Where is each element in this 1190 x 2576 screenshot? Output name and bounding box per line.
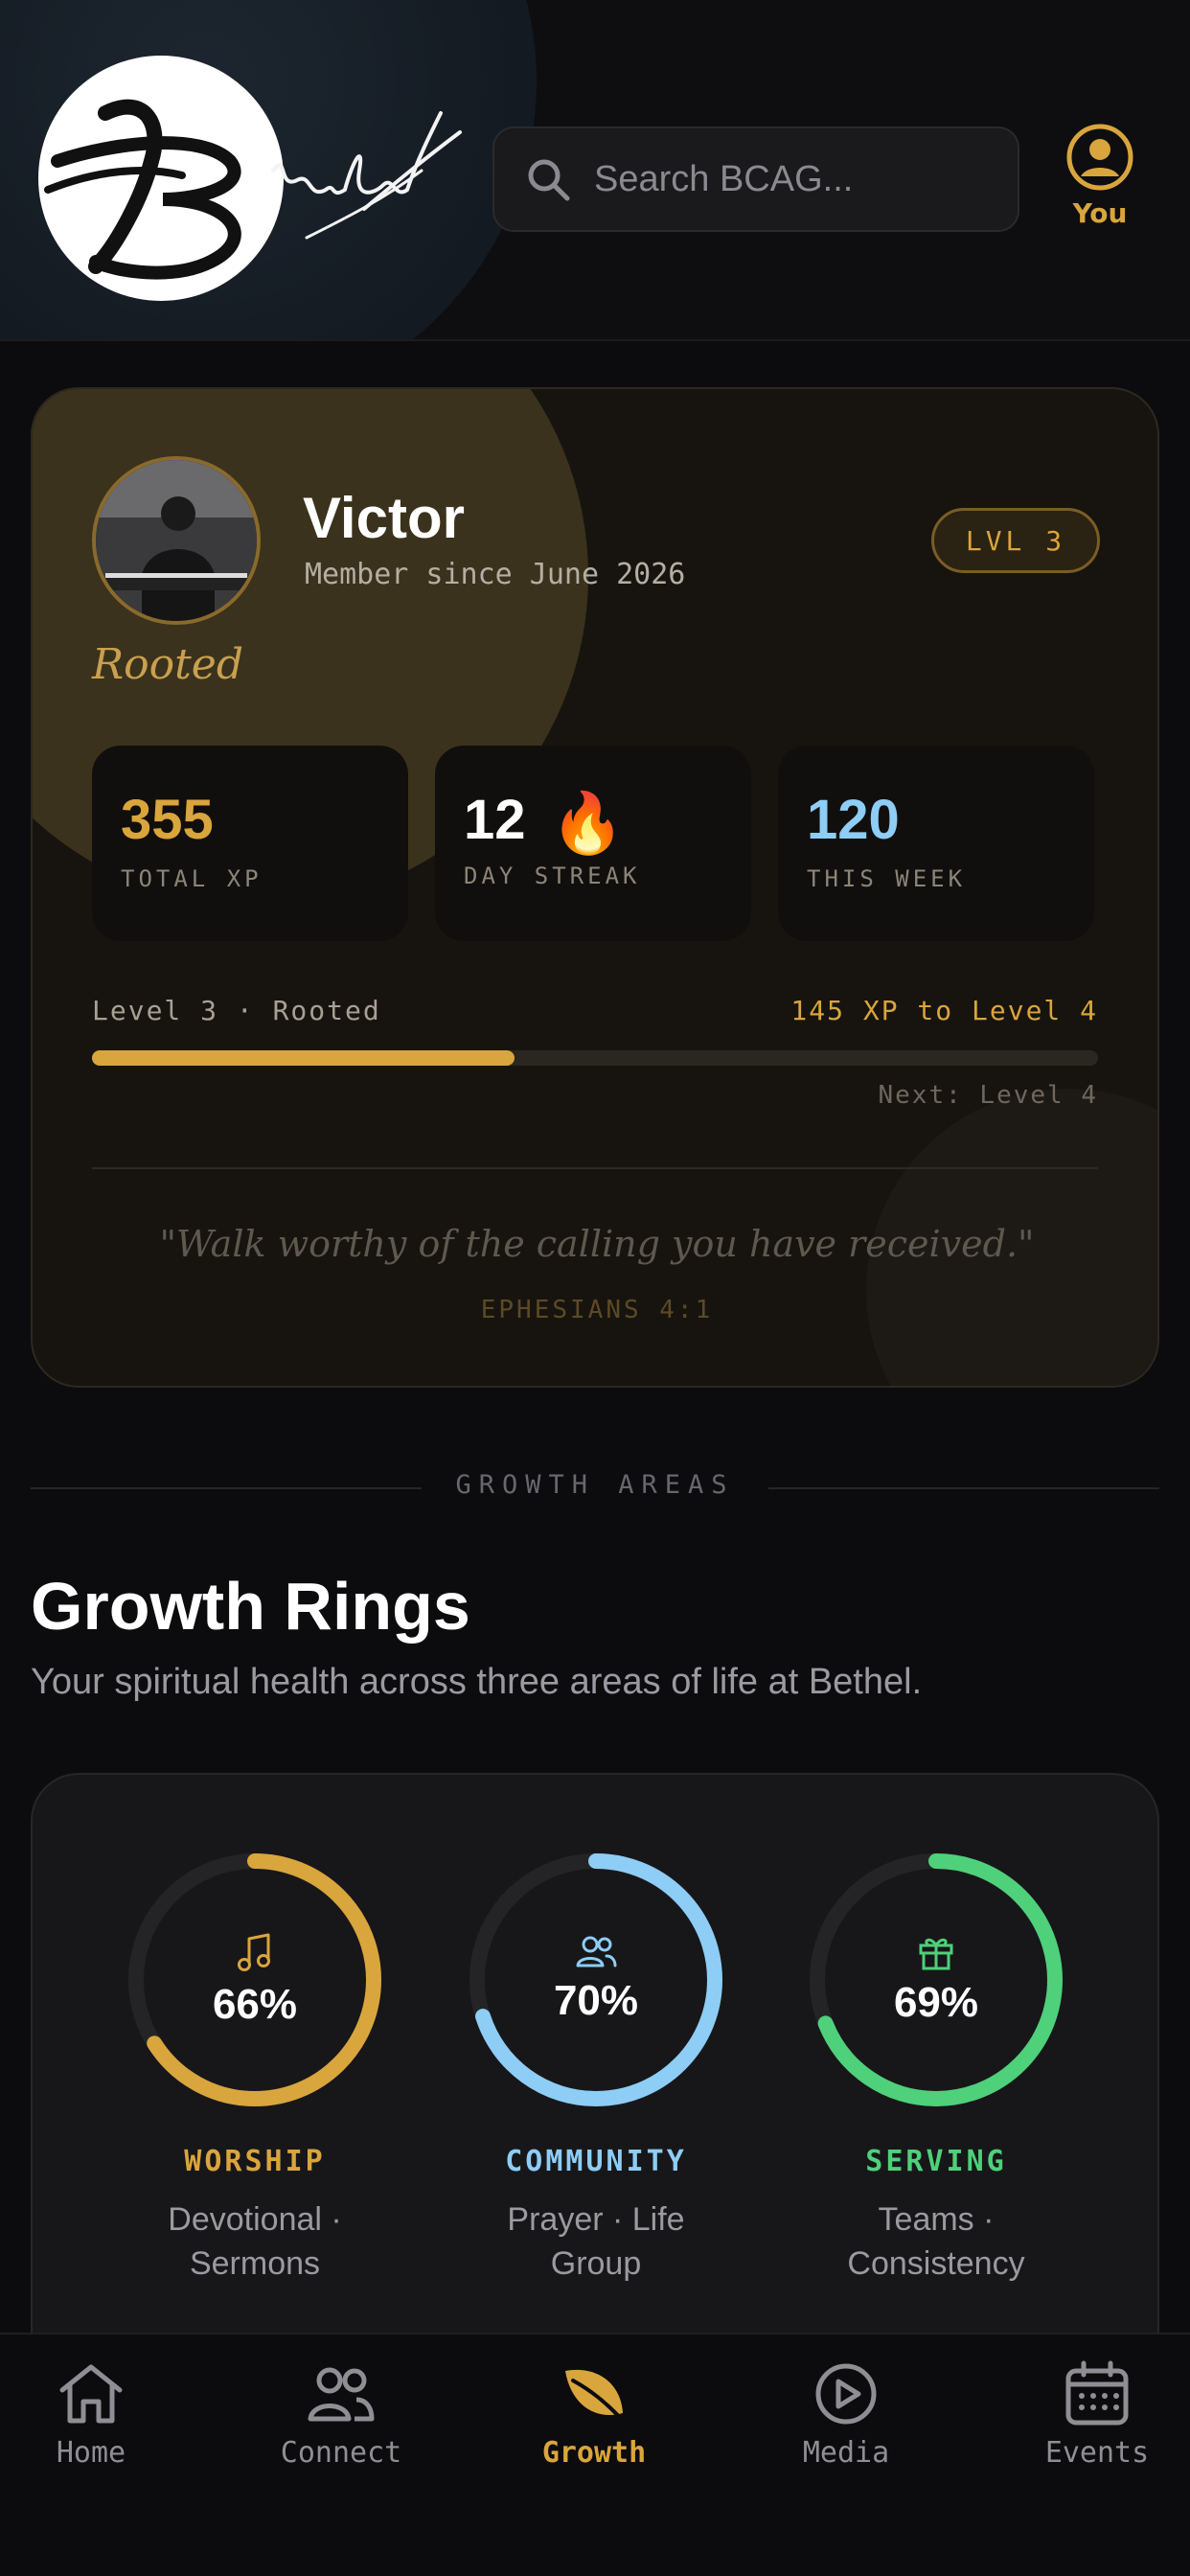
growth-subtitle: Your spiritual health across three areas… [31,1662,923,1702]
nav-label: Home [56,2436,126,2470]
nav-label: Growth [541,2436,647,2470]
ring-center: 69% [802,1846,1070,2114]
nav-item-connect[interactable]: Connect [245,2359,437,2470]
gift-icon [919,1938,953,1970]
verse-reference: EPHESIANS 4:1 [480,1296,714,1324]
ring-title: WORSHIP [184,2145,326,2178]
bottom-nav: Home Connect Growth Media Events [0,2333,1190,2576]
user-circle-icon [1066,124,1133,191]
ring-desc-line: Prayer · Life Group [507,2201,685,2282]
ring-community[interactable]: 70% COMMUNITY Prayer · Life Group [462,1846,730,2286]
stat-value-row: 12 🔥 [464,788,751,859]
people-icon [576,1936,617,1967]
play-icon [815,2363,877,2425]
profile-label: You [1072,197,1128,229]
ring-title: COMMUNITY [505,2145,687,2178]
ring-percent: 66% [212,1981,298,2028]
ring-percent: 69% [893,1979,979,2026]
stat-value: 355 [121,789,214,851]
ring-desc-line: Consistency [847,2245,1025,2282]
ring-worship[interactable]: 66% WORSHIP Devotional · Sermons [121,1846,389,2286]
stat-label: THIS WEEK [807,865,967,892]
member-since: Member since June 2026 [305,558,686,591]
nav-label: Events [1044,2436,1150,2470]
nav-label: Connect [280,2436,402,2470]
home-icon [59,2364,123,2424]
level-progress-bar [92,1050,1098,1066]
stat-label: DAY STREAK [464,862,641,890]
ring-description: Teams · Consistency [802,2197,1070,2286]
ring-center: 70% [462,1846,730,2114]
stat-total-xp: 355 TOTAL XP [92,746,408,941]
section-label: GROWTH AREAS [455,1470,735,1500]
ring-percent: 70% [553,1977,639,2024]
level-badge: LVL 3 [931,508,1100,573]
search-bar[interactable]: Search BCAG... [492,126,1019,232]
ring-desc-line: Devotional · [168,2201,342,2238]
nav-item-growth[interactable]: Growth [498,2359,690,2470]
card-divider [92,1167,1098,1169]
nav-item-media[interactable]: Media [750,2359,942,2470]
xp-to-next-text: 145 XP to Level 4 [790,995,1098,1026]
ring-description: Devotional · Sermons [121,2197,389,2286]
growth-title: Growth Rings [31,1569,470,1644]
profile-button[interactable]: You [1062,123,1138,229]
people-icon [308,2367,375,2422]
nav-label: Media [802,2436,890,2470]
rank-title: Rooted [92,640,243,689]
profile-card: Victor Member since June 2026 LVL 3 Root… [31,387,1159,1388]
bethel-logo[interactable] [38,56,469,305]
profile-name: Victor [303,486,465,550]
stat-value: 12 [464,789,526,851]
stat-this-week: 120 THIS WEEK [778,746,1094,941]
level-progress-fill [92,1050,515,1066]
search-placeholder: Search BCAG... [594,158,854,199]
avatar[interactable] [92,456,261,625]
flame-icon: 🔥 [550,791,625,858]
stat-day-streak: 12 🔥 DAY STREAK [435,746,751,941]
next-level-text: Next: Level 4 [878,1081,1098,1110]
ring-desc-line: Sermons [189,2245,321,2282]
ring-center: 66% [121,1846,389,2114]
ring-serving[interactable]: 69% SERVING Teams · Consistency [802,1846,1070,2286]
avatar-photo [96,460,257,621]
ring-description: Prayer · Life Group [462,2197,730,2286]
verse-text: "Walk worthy of the calling you have rec… [159,1223,1035,1265]
ring-title: SERVING [865,2145,1007,2178]
current-level-text: Level 3 · Rooted [92,995,381,1026]
nav-item-events[interactable]: Events [1001,2359,1190,2470]
ring-desc-line: Teams · [878,2201,995,2238]
search-icon [528,159,570,201]
app-header: Search BCAG... You [0,0,1190,341]
calendar-icon [1065,2360,1129,2426]
music-note-icon [238,1933,270,1971]
stat-value: 120 [807,789,900,851]
nav-item-home[interactable]: Home [0,2359,187,2470]
leaf-icon [565,2369,627,2425]
stat-label: TOTAL XP [121,865,263,892]
